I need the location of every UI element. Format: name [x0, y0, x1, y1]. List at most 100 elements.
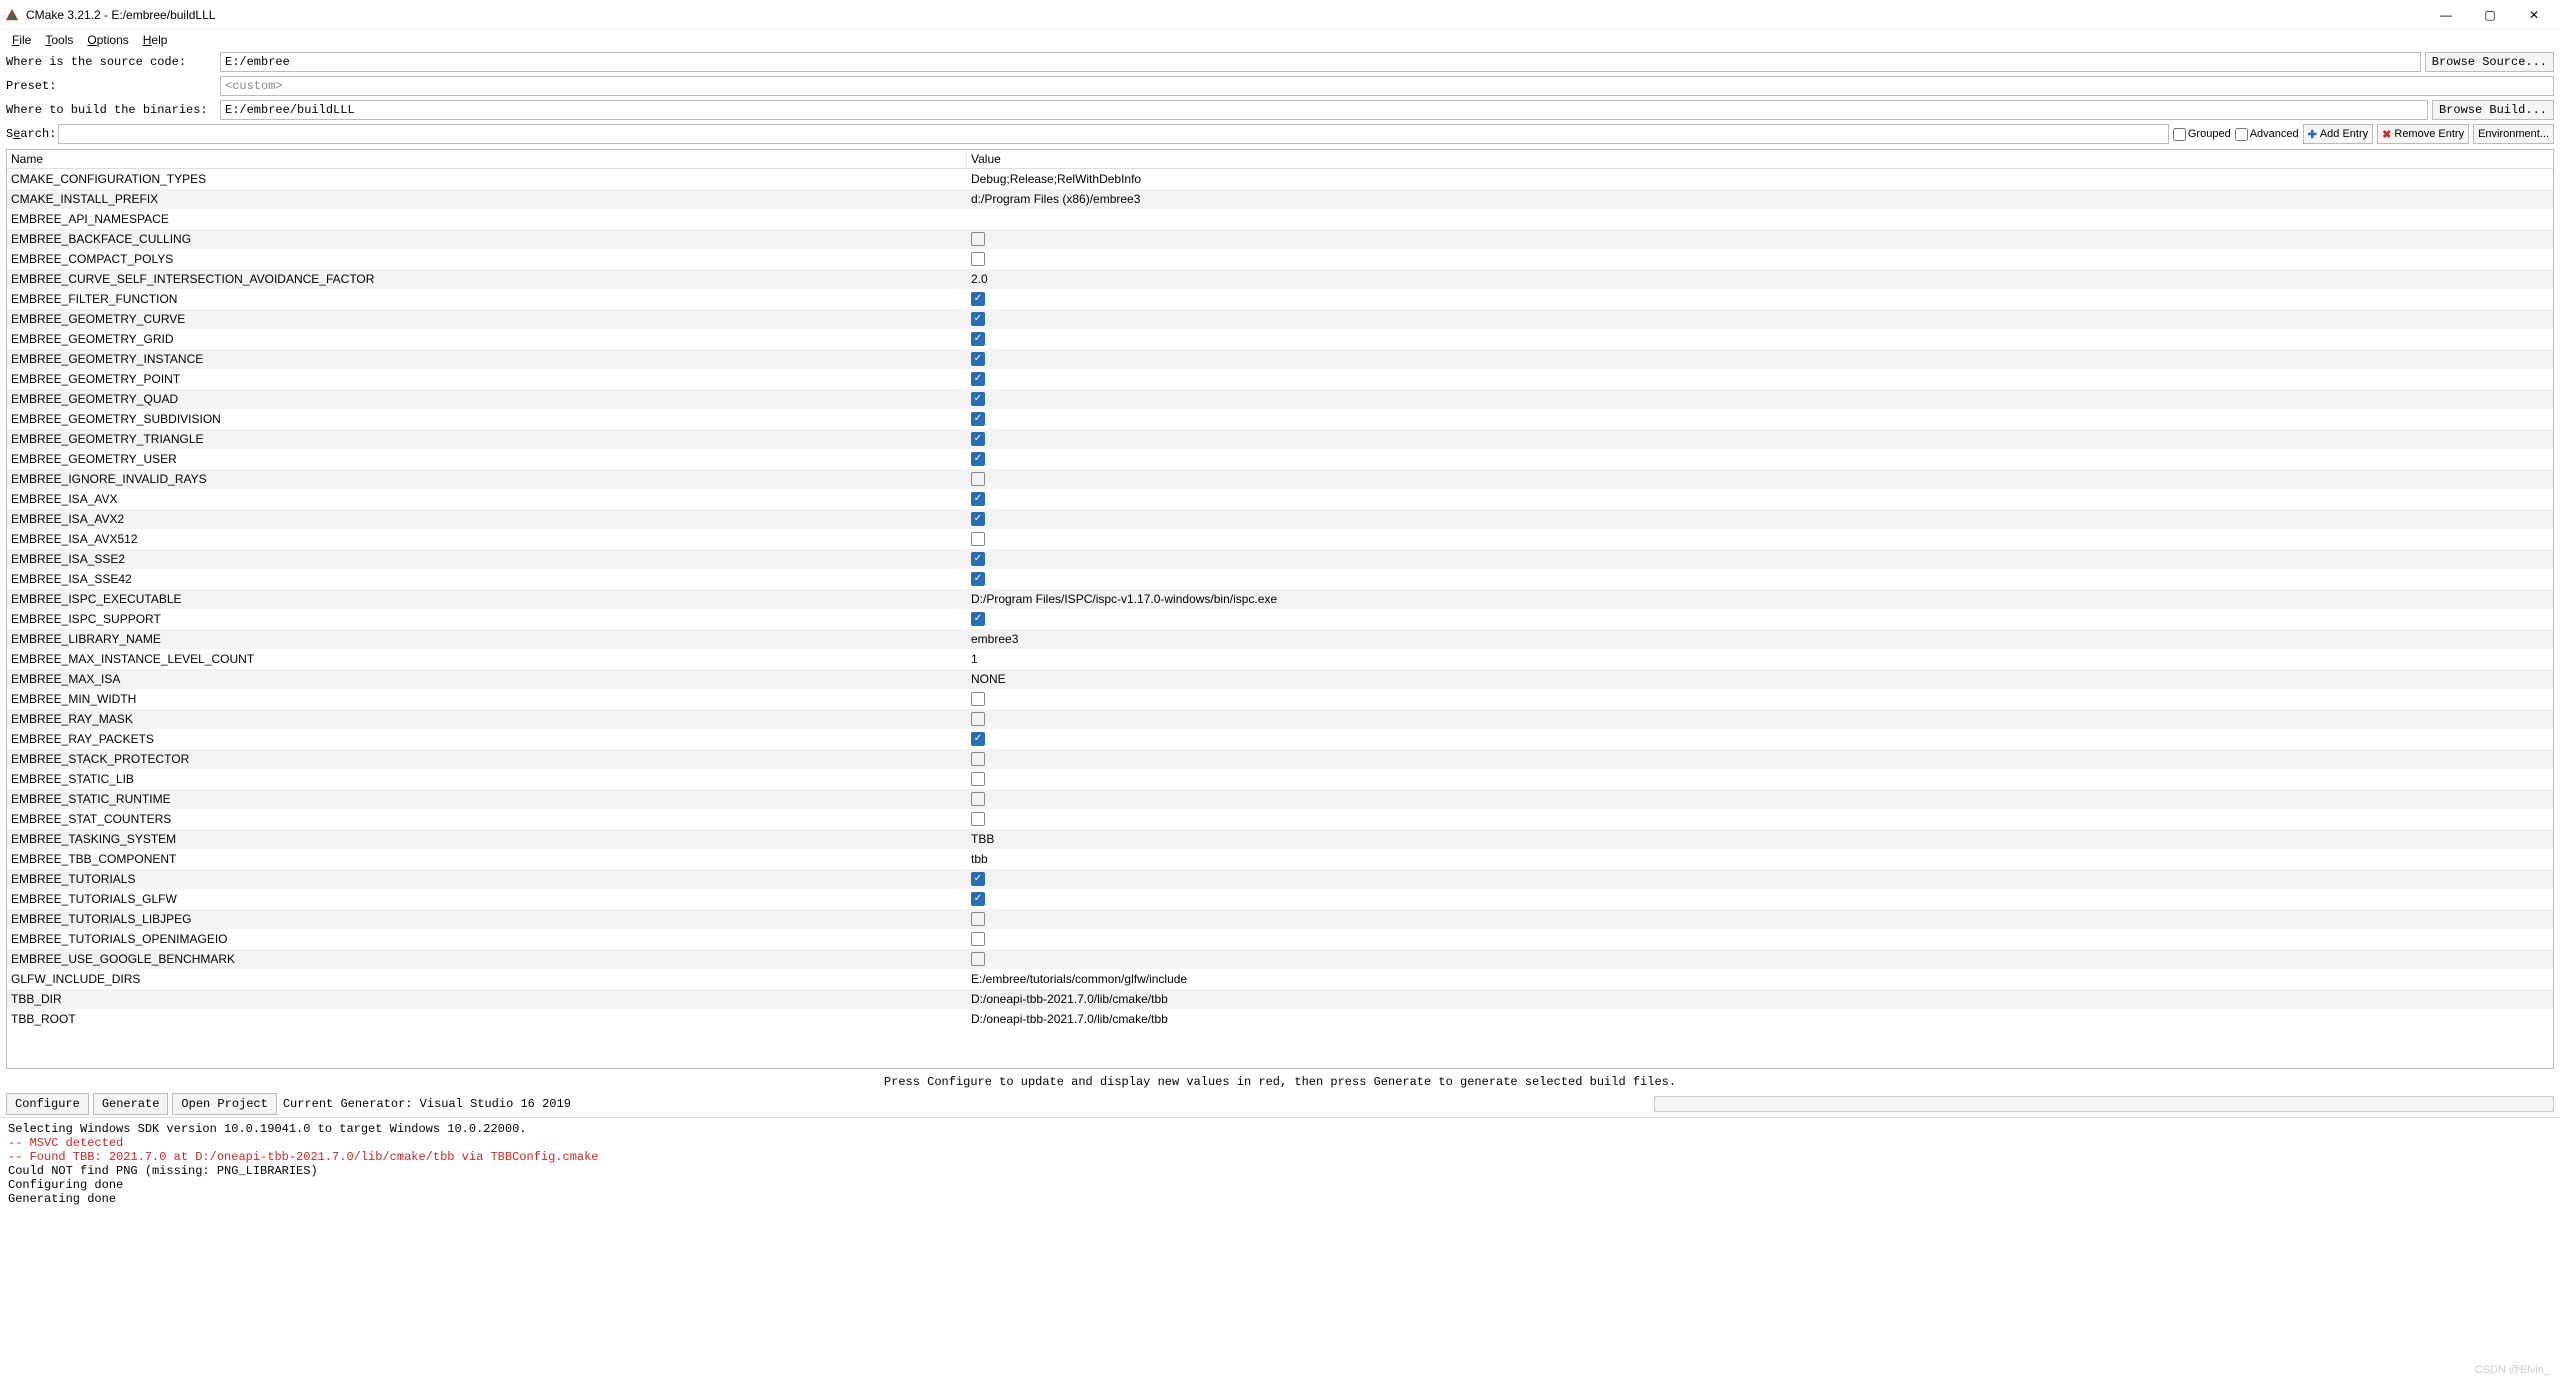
cell-value[interactable]	[967, 612, 2553, 626]
table-row[interactable]: EMBREE_GEOMETRY_USER	[7, 449, 2553, 469]
checkbox-icon[interactable]	[971, 752, 985, 766]
table-row[interactable]: EMBREE_MIN_WIDTH	[7, 689, 2553, 709]
open-project-button[interactable]: Open Project	[172, 1093, 276, 1115]
checkbox-icon[interactable]	[971, 532, 985, 546]
table-row[interactable]: EMBREE_STATIC_LIB	[7, 769, 2553, 789]
cell-value[interactable]: 2.0	[967, 272, 2553, 286]
checkbox-icon[interactable]	[971, 492, 985, 506]
browse-build-button[interactable]: Browse Build...	[2432, 100, 2554, 120]
cell-value[interactable]	[967, 952, 2553, 966]
cell-value[interactable]: d:/Program Files (x86)/embree3	[967, 192, 2553, 206]
table-row[interactable]: EMBREE_GEOMETRY_POINT	[7, 369, 2553, 389]
cell-value[interactable]	[967, 392, 2553, 406]
checkbox-icon[interactable]	[971, 332, 985, 346]
menu-options[interactable]: Options	[81, 32, 134, 48]
cell-value[interactable]	[967, 892, 2553, 906]
cell-value[interactable]: embree3	[967, 632, 2553, 646]
table-row[interactable]: EMBREE_FILTER_FUNCTION	[7, 289, 2553, 309]
table-row[interactable]: EMBREE_RAY_MASK	[7, 709, 2553, 729]
table-row[interactable]: EMBREE_GEOMETRY_TRIANGLE	[7, 429, 2553, 449]
checkbox-icon[interactable]	[971, 512, 985, 526]
preset-combo[interactable]	[220, 76, 2554, 96]
table-row[interactable]: TBB_ROOTD:/oneapi-tbb-2021.7.0/lib/cmake…	[7, 1009, 2553, 1029]
table-row[interactable]: EMBREE_GEOMETRY_GRID	[7, 329, 2553, 349]
header-value[interactable]: Value	[967, 150, 2553, 168]
cell-value[interactable]	[967, 312, 2553, 326]
table-row[interactable]: EMBREE_MAX_INSTANCE_LEVEL_COUNT1	[7, 649, 2553, 669]
checkbox-icon[interactable]	[971, 952, 985, 966]
table-row[interactable]: EMBREE_BACKFACE_CULLING	[7, 229, 2553, 249]
cell-value[interactable]	[967, 452, 2553, 466]
table-row[interactable]: CMAKE_CONFIGURATION_TYPESDebug;Release;R…	[7, 169, 2553, 189]
checkbox-icon[interactable]	[971, 232, 985, 246]
checkbox-icon[interactable]	[971, 612, 985, 626]
checkbox-icon[interactable]	[971, 412, 985, 426]
checkbox-icon[interactable]	[971, 372, 985, 386]
cell-value[interactable]	[967, 932, 2553, 946]
table-row[interactable]: EMBREE_RAY_PACKETS	[7, 729, 2553, 749]
checkbox-icon[interactable]	[971, 292, 985, 306]
checkbox-icon[interactable]	[971, 392, 985, 406]
checkbox-icon[interactable]	[971, 792, 985, 806]
checkbox-icon[interactable]	[971, 452, 985, 466]
checkbox-icon[interactable]	[971, 812, 985, 826]
table-row[interactable]: EMBREE_ISPC_EXECUTABLED:/Program Files/I…	[7, 589, 2553, 609]
cell-value[interactable]	[967, 372, 2553, 386]
cell-value[interactable]	[967, 292, 2553, 306]
maximize-button[interactable]: ▢	[2468, 1, 2512, 29]
cell-value[interactable]	[967, 872, 2553, 886]
cell-value[interactable]	[967, 792, 2553, 806]
table-row[interactable]: EMBREE_LIBRARY_NAMEembree3	[7, 629, 2553, 649]
grouped-checkbox[interactable]: Grouped	[2173, 128, 2231, 141]
table-row[interactable]: EMBREE_IGNORE_INVALID_RAYS	[7, 469, 2553, 489]
cell-value[interactable]: tbb	[967, 852, 2553, 866]
cell-value[interactable]	[967, 512, 2553, 526]
cell-value[interactable]	[967, 532, 2553, 546]
checkbox-icon[interactable]	[971, 712, 985, 726]
cell-value[interactable]	[967, 492, 2553, 506]
table-row[interactable]: EMBREE_GEOMETRY_CURVE	[7, 309, 2553, 329]
header-name[interactable]: Name	[7, 150, 967, 168]
remove-entry-button[interactable]: ✖Remove Entry	[2377, 124, 2469, 144]
checkbox-icon[interactable]	[971, 312, 985, 326]
table-row[interactable]: EMBREE_TASKING_SYSTEMTBB	[7, 829, 2553, 849]
checkbox-icon[interactable]	[971, 432, 985, 446]
source-input[interactable]	[220, 52, 2421, 72]
log-output[interactable]: Selecting Windows SDK version 10.0.19041…	[0, 1118, 2560, 1380]
cell-value[interactable]	[967, 772, 2553, 786]
table-row[interactable]: TBB_DIRD:/oneapi-tbb-2021.7.0/lib/cmake/…	[7, 989, 2553, 1009]
table-row[interactable]: EMBREE_STACK_PROTECTOR	[7, 749, 2553, 769]
add-entry-button[interactable]: ✚Add Entry	[2303, 124, 2374, 144]
table-row[interactable]: CMAKE_INSTALL_PREFIXd:/Program Files (x8…	[7, 189, 2553, 209]
checkbox-icon[interactable]	[971, 732, 985, 746]
cell-value[interactable]	[967, 232, 2553, 246]
configure-button[interactable]: Configure	[6, 1093, 89, 1115]
cell-value[interactable]	[967, 732, 2553, 746]
table-row[interactable]: GLFW_INCLUDE_DIRSE:/embree/tutorials/com…	[7, 969, 2553, 989]
cell-value[interactable]	[967, 572, 2553, 586]
checkbox-icon[interactable]	[971, 352, 985, 366]
table-row[interactable]: EMBREE_TUTORIALS_GLFW	[7, 889, 2553, 909]
table-row[interactable]: EMBREE_ISA_AVX2	[7, 509, 2553, 529]
cell-value[interactable]	[967, 692, 2553, 706]
cell-value[interactable]: D:/Program Files/ISPC/ispc-v1.17.0-windo…	[967, 592, 2553, 606]
table-row[interactable]: EMBREE_STATIC_RUNTIME	[7, 789, 2553, 809]
cell-value[interactable]: NONE	[967, 672, 2553, 686]
checkbox-icon[interactable]	[971, 932, 985, 946]
cell-value[interactable]	[967, 812, 2553, 826]
table-row[interactable]: EMBREE_API_NAMESPACE	[7, 209, 2553, 229]
browse-source-button[interactable]: Browse Source...	[2425, 52, 2554, 72]
cell-value[interactable]	[967, 252, 2553, 266]
cell-value[interactable]	[967, 332, 2553, 346]
table-row[interactable]: EMBREE_TBB_COMPONENTtbb	[7, 849, 2553, 869]
cell-value[interactable]: D:/oneapi-tbb-2021.7.0/lib/cmake/tbb	[967, 1012, 2553, 1026]
checkbox-icon[interactable]	[971, 912, 985, 926]
table-row[interactable]: EMBREE_ISA_AVX512	[7, 529, 2553, 549]
cell-value[interactable]: Debug;Release;RelWithDebInfo	[967, 172, 2553, 186]
checkbox-icon[interactable]	[971, 692, 985, 706]
menu-file[interactable]: File	[6, 32, 37, 48]
table-row[interactable]: EMBREE_ISA_SSE2	[7, 549, 2553, 569]
cell-value[interactable]	[967, 552, 2553, 566]
cell-value[interactable]: E:/embree/tutorials/common/glfw/include	[967, 972, 2553, 986]
generate-button[interactable]: Generate	[93, 1093, 169, 1115]
